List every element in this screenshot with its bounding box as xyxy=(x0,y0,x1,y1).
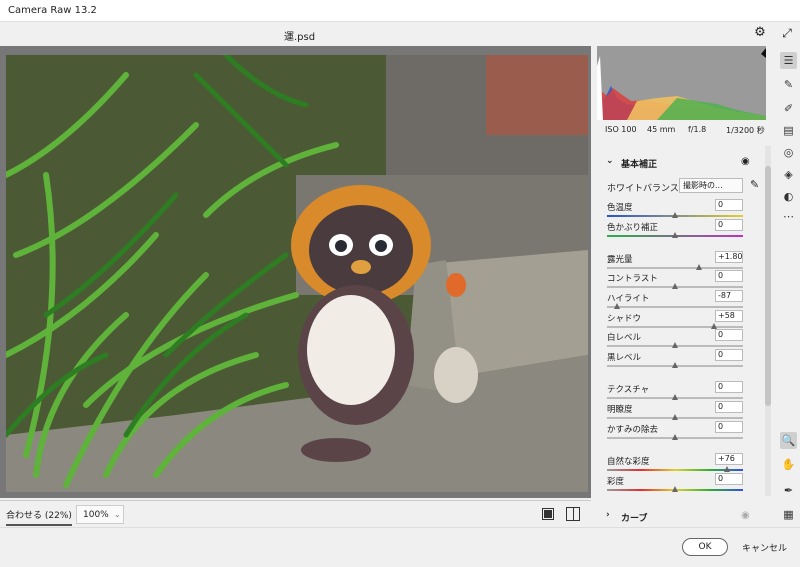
slider-value-input[interactable]: 0 xyxy=(715,270,743,282)
slider-label: かすみの除去 xyxy=(607,425,659,435)
fit-zoom-button[interactable]: 合わせる (22%) xyxy=(6,508,72,526)
exif-aperture: f/1.8 xyxy=(688,125,707,134)
before-after-view-icon[interactable] xyxy=(566,507,580,521)
slider-value-input[interactable]: 0 xyxy=(715,349,743,361)
zoom-icon[interactable]: 🔍 xyxy=(780,432,797,449)
slider-value-input[interactable]: 0 xyxy=(715,329,743,341)
curve-section-header[interactable]: › カーブ ◉ xyxy=(593,510,763,524)
color-sampler-icon[interactable]: ✒ xyxy=(780,482,797,499)
slider-label: 自然な彩度 xyxy=(607,457,650,467)
histogram-graph xyxy=(597,48,766,120)
slider-label: 色温度 xyxy=(607,203,633,213)
slider-value-input[interactable]: +76 xyxy=(715,453,743,465)
canvas-area xyxy=(0,46,591,498)
scrollbar-thumb[interactable] xyxy=(765,166,771,406)
slider-label: シャドウ xyxy=(607,314,642,324)
slider-row: かすみの除去 0 xyxy=(607,420,751,450)
slider-value-input[interactable]: -87 xyxy=(715,290,743,302)
edit-panel: ISO 100 45 mm f/1.8 1/3200 秒 ⌄ 基本補正 ◉ ホワ… xyxy=(593,46,776,527)
chevron-down-icon: ⌄ xyxy=(606,156,614,166)
slider-row: 色かぶり補正 0 xyxy=(607,218,751,248)
presets-icon[interactable]: ◐ xyxy=(780,188,797,205)
slider-label: 白レベル xyxy=(607,333,642,343)
title-bar: Camera Raw 13.2 xyxy=(0,0,800,22)
red-eye-icon[interactable]: ◈ xyxy=(780,166,797,183)
exif-iso: ISO 100 xyxy=(605,125,637,134)
expand-icon[interactable]: ⤢ xyxy=(780,26,794,40)
slider-knob[interactable] xyxy=(672,362,678,368)
grid-icon[interactable]: ▦ xyxy=(780,506,797,523)
preview-bottom-bar: 合わせる (22%) 100% ⌄ xyxy=(0,500,591,527)
white-balance-row: ホワイトバランス 撮影時の... ✎ xyxy=(607,178,767,194)
slider-value-input[interactable]: 0 xyxy=(715,473,743,485)
zoom-select[interactable]: 100% ⌄ xyxy=(76,505,124,524)
curve-section-title: カーブ xyxy=(621,514,648,524)
tool-strip: ☰ ✎ ✐ ▤ ◎ ◈ ◐ ⋯ 🔍 ✋ ✒ ▦ xyxy=(776,46,800,527)
slider-value-input[interactable]: +1.80 xyxy=(715,251,743,263)
document-bar: 運.psd ⚙ ⤢ xyxy=(0,22,800,46)
radial-filter-icon[interactable]: ◎ xyxy=(780,144,797,161)
gradient-icon[interactable]: ▤ xyxy=(780,122,797,139)
brush-icon[interactable]: ✐ xyxy=(780,100,797,117)
healing-brush-icon[interactable]: ✎ xyxy=(780,76,797,93)
slider-row: 黒レベル 0 xyxy=(607,348,751,378)
slider-value-input[interactable]: 0 xyxy=(715,381,743,393)
photo-illustration xyxy=(6,55,588,492)
slider-knob[interactable] xyxy=(672,486,678,492)
slider-track[interactable] xyxy=(607,469,743,471)
exif-focal: 45 mm xyxy=(647,125,676,134)
document-name: 運.psd xyxy=(284,32,316,43)
panel-scrollbar[interactable] xyxy=(765,146,771,496)
zoom-value: 100% xyxy=(83,510,109,520)
slider-row: 彩度 0 xyxy=(607,472,751,502)
basic-section-title: 基本補正 xyxy=(621,160,658,170)
more-icon[interactable]: ⋯ xyxy=(780,208,797,225)
ok-button[interactable]: OK xyxy=(682,538,728,556)
white-balance-label: ホワイトバランス xyxy=(607,184,679,194)
histogram xyxy=(597,46,766,120)
slider-value-input[interactable]: +58 xyxy=(715,310,743,322)
cancel-button[interactable]: キャンセル xyxy=(742,541,787,554)
eye-icon[interactable]: ◉ xyxy=(741,510,750,521)
hand-icon[interactable]: ✋ xyxy=(780,456,797,473)
slider-value-input[interactable]: 0 xyxy=(715,401,743,413)
single-view-icon[interactable] xyxy=(542,508,554,520)
slider-label: 露光量 xyxy=(607,255,633,265)
eyedropper-icon[interactable]: ✎ xyxy=(750,178,759,191)
eye-icon[interactable]: ◉ xyxy=(741,156,750,167)
slider-value-input[interactable]: 0 xyxy=(715,199,743,211)
app-title: Camera Raw 13.2 xyxy=(8,5,97,16)
slider-label: 色かぶり補正 xyxy=(607,223,659,233)
edit-sliders-icon[interactable]: ☰ xyxy=(780,52,797,69)
exif-shutter: 1/3200 秒 xyxy=(726,126,765,135)
slider-label: テクスチャ xyxy=(607,385,650,395)
exif-info: ISO 100 45 mm f/1.8 1/3200 秒 xyxy=(593,122,769,136)
slider-knob[interactable] xyxy=(672,232,678,238)
slider-label: 黒レベル xyxy=(607,353,642,363)
slider-value-input[interactable]: 0 xyxy=(715,219,743,231)
slider-value-input[interactable]: 0 xyxy=(715,421,743,433)
preview-image[interactable] xyxy=(6,55,588,492)
slider-knob[interactable] xyxy=(672,434,678,440)
gear-icon[interactable]: ⚙ xyxy=(753,26,767,40)
slider-track[interactable] xyxy=(607,306,743,308)
slider-label: 彩度 xyxy=(607,477,625,487)
basic-section-header[interactable]: ⌄ 基本補正 ◉ xyxy=(593,156,763,170)
slider-label: コントラスト xyxy=(607,274,658,284)
slider-label: 明瞭度 xyxy=(607,405,633,415)
chevron-right-icon: › xyxy=(606,510,610,520)
dialog-footer: OK キャンセル xyxy=(0,527,800,567)
white-balance-select[interactable]: 撮影時の... xyxy=(679,178,743,193)
chevron-down-icon: ⌄ xyxy=(114,510,121,519)
